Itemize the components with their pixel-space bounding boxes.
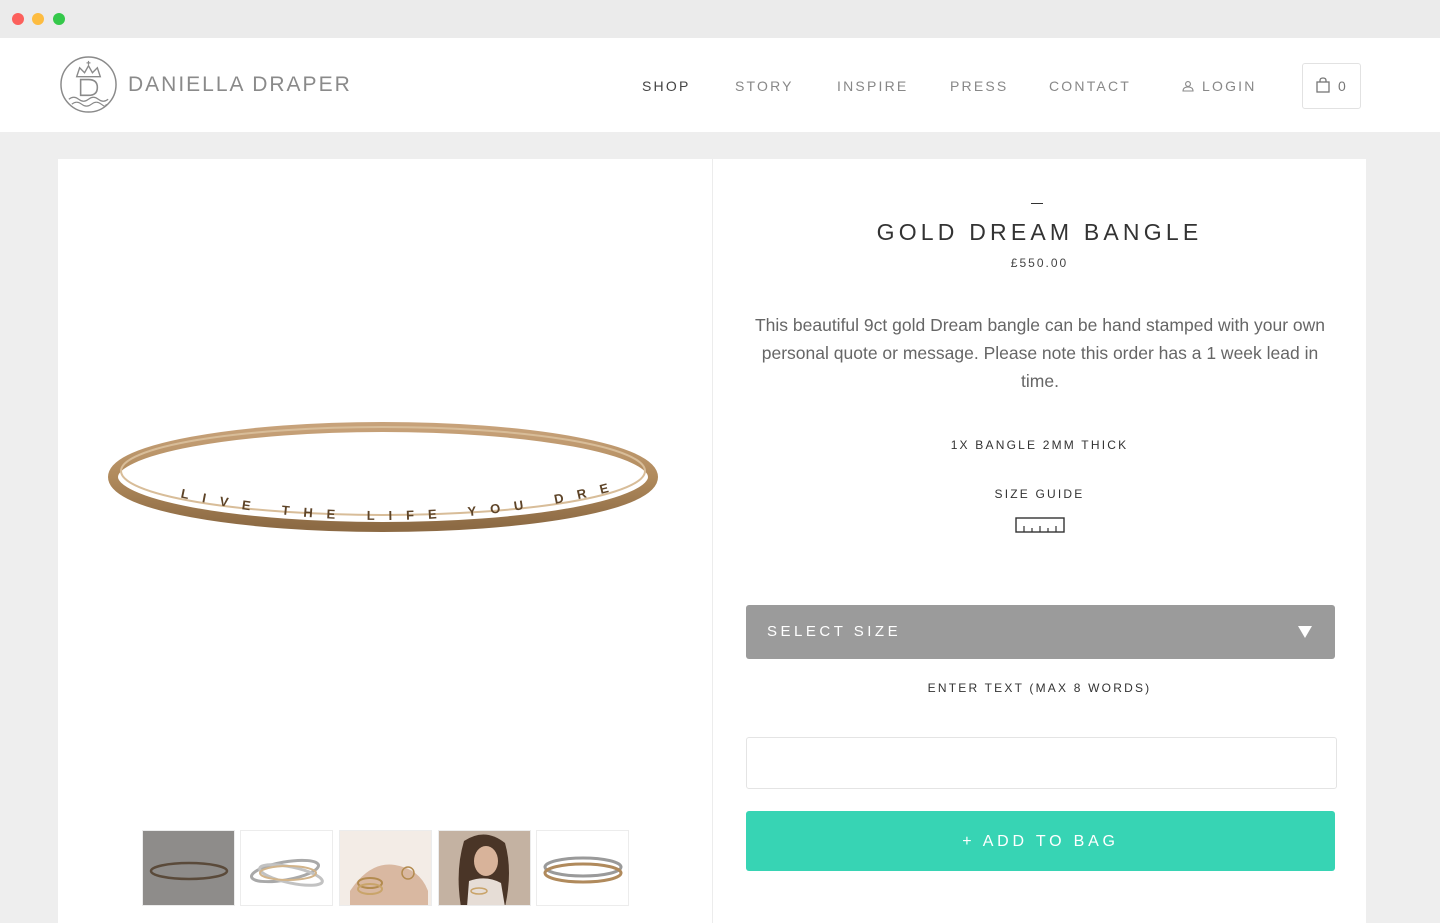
brand-name[interactable]: DANIELLA DRAPER bbox=[128, 73, 352, 97]
engraving-text-input[interactable] bbox=[746, 737, 1337, 789]
window-minimize-button[interactable] bbox=[32, 13, 44, 25]
window-close-button[interactable] bbox=[12, 13, 24, 25]
add-to-bag-button[interactable]: + ADD TO BAG bbox=[746, 811, 1335, 871]
select-size-label: SELECT SIZE bbox=[767, 623, 902, 640]
product-main-image: LIVE THE LIFE YOU DREAM bbox=[108, 399, 658, 532]
select-size-dropdown[interactable]: SELECT SIZE bbox=[746, 605, 1335, 659]
crown-d-wave-logo-icon[interactable] bbox=[59, 55, 118, 114]
add-to-bag-label: + ADD TO BAG bbox=[962, 833, 1119, 850]
product-price: £550.00 bbox=[1010, 256, 1069, 270]
product-info-panel: GOLD DREAM BANGLE £550.00 This beautiful… bbox=[713, 159, 1366, 923]
thumb-hand-bangles[interactable] bbox=[339, 830, 432, 906]
size-guide-link[interactable]: SIZE GUIDE bbox=[713, 487, 1366, 501]
thumb-gold-bangle[interactable] bbox=[142, 830, 235, 906]
nav-contact[interactable]: CONTACT bbox=[1049, 78, 1131, 94]
product-variant: 1X BANGLE 2MM THICK bbox=[950, 438, 1129, 452]
nav-login[interactable]: LOGIN bbox=[1182, 78, 1257, 94]
window-maximize-button[interactable] bbox=[53, 13, 65, 25]
enter-text-label: ENTER TEXT (MAX 8 WORDS) bbox=[927, 681, 1152, 695]
thumb-silver-bangles[interactable] bbox=[240, 830, 333, 906]
shopping-bag-icon bbox=[1316, 77, 1330, 93]
ruler-icon[interactable] bbox=[1015, 517, 1065, 533]
user-icon bbox=[1182, 81, 1194, 92]
thumb-model[interactable] bbox=[438, 830, 531, 906]
browser-chrome bbox=[0, 0, 1440, 38]
nav-story[interactable]: STORY bbox=[735, 78, 794, 94]
nav-press[interactable]: PRESS bbox=[950, 78, 1008, 94]
nav-shop[interactable]: SHOP bbox=[642, 78, 690, 94]
triangle-down-icon bbox=[1298, 626, 1312, 638]
cart-button[interactable]: 0 bbox=[1302, 63, 1361, 109]
engraving-text: LIVE THE LIFE YOU DREAM bbox=[108, 399, 610, 523]
login-label: LOGIN bbox=[1202, 78, 1257, 94]
product-card: LIVE THE LIFE YOU DREAM bbox=[58, 159, 1366, 923]
svg-text:LIVE THE LIFE YOU DREAM: LIVE THE LIFE YOU DREAM bbox=[108, 399, 624, 523]
cart-count: 0 bbox=[1338, 78, 1346, 94]
title-dash bbox=[1031, 203, 1043, 204]
product-description: This beautiful 9ct gold Dream bangle can… bbox=[754, 315, 1326, 391]
thumb-two-bangles[interactable] bbox=[536, 830, 629, 906]
nav-inspire[interactable]: INSPIRE bbox=[837, 78, 908, 94]
site-header: DANIELLA DRAPER SHOP STORY INSPIRE PRESS… bbox=[0, 38, 1440, 132]
product-title: GOLD DREAM BANGLE bbox=[876, 219, 1203, 245]
